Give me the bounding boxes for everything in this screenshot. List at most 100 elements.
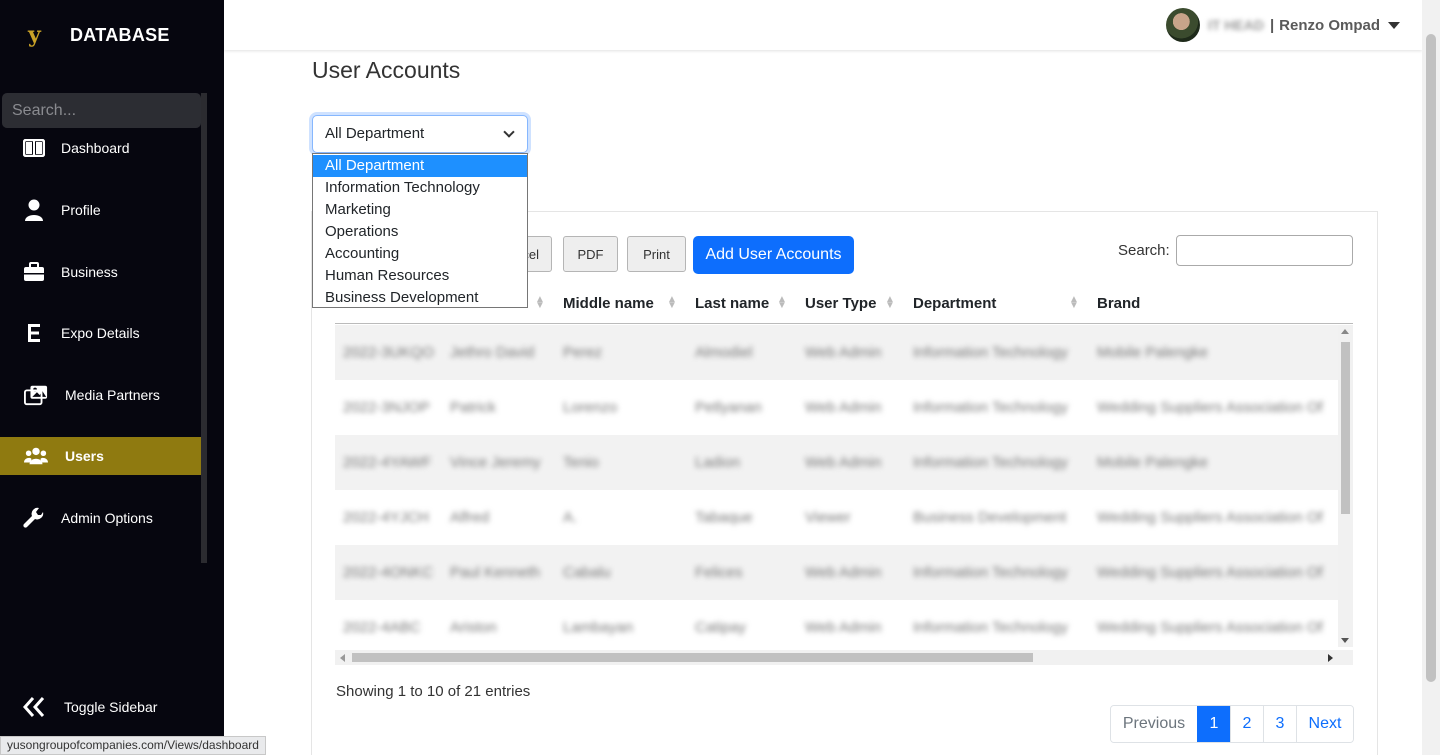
add-user-accounts-button[interactable]: Add User Accounts — [693, 236, 854, 274]
search-label: Search: — [1118, 242, 1170, 259]
column-header-user-type[interactable]: User Type — [805, 295, 876, 312]
pagination-page-2[interactable]: 2 — [1230, 706, 1263, 742]
department-option[interactable]: Marketing — [313, 199, 527, 221]
cell-user-type: Web Admin — [805, 344, 882, 361]
sort-icon[interactable]: ▲ ▼ — [777, 295, 787, 311]
cell-brand: Wedding Suppliers Association Of — [1097, 399, 1323, 416]
pagination-next[interactable]: Next — [1296, 706, 1353, 742]
avatar[interactable] — [1165, 8, 1200, 42]
table-horizontal-scrollbar[interactable] — [335, 650, 1353, 665]
department-option[interactable]: Operations — [313, 221, 527, 243]
cell-user-type: Viewer — [805, 509, 851, 526]
sidebar-item-expo-details[interactable]: Expo Details — [0, 314, 201, 352]
sidebar-item-admin-options[interactable]: Admin Options — [0, 499, 201, 537]
sidebar-item-label: Expo Details — [61, 325, 140, 341]
cell-id: 2022-3NJOP — [343, 399, 430, 416]
department-option[interactable]: Human Resources — [313, 265, 527, 287]
table-horizontal-scrollbar-thumb[interactable] — [352, 653, 1033, 662]
table-vertical-scrollbar-thumb[interactable] — [1341, 342, 1350, 514]
sidebar-scrollbar[interactable] — [201, 93, 207, 563]
sidebar-item-business[interactable]: Business — [0, 253, 201, 291]
cell-middle-name: Cabalu — [563, 564, 611, 581]
sort-icon[interactable]: ▲ ▼ — [1069, 295, 1079, 311]
column-header-last-name[interactable]: Last name — [695, 295, 769, 312]
cell-middle-name: Lorenzo — [563, 399, 618, 416]
sidebar-item-dashboard[interactable]: Dashboard — [0, 129, 201, 167]
sort-icon[interactable]: ▲ ▼ — [535, 295, 545, 311]
table-row[interactable]: 2022-4ONKC Paul Kenneth Cabalu Felices W… — [335, 545, 1338, 600]
page-scrollbar-thumb[interactable] — [1426, 34, 1436, 682]
page-scrollbar[interactable] — [1422, 0, 1440, 755]
table-row[interactable]: 2022-4YJCH Alfred A. Tabaque Viewer Busi… — [335, 490, 1338, 545]
images-icon — [24, 383, 48, 407]
table-row[interactable]: 2022-3NJOP Patrick Lorenzo Petlyanan Web… — [335, 380, 1338, 435]
cell-middle-name: A. — [563, 509, 578, 526]
cell-last-name: Tabaque — [695, 509, 753, 526]
cell-last-name: Petlyanan — [695, 399, 762, 416]
cell-id: 2022-3UKQO — [343, 344, 434, 361]
cell-id: 2022-4YJCH — [343, 509, 429, 526]
department-select[interactable]: All Department — [312, 115, 528, 153]
cell-last-name: Catipay — [695, 619, 746, 636]
table-body: 2022-3UKQO Jethro David Perez Almodiel W… — [335, 325, 1338, 650]
table-info: Showing 1 to 10 of 21 entries — [336, 683, 531, 700]
cell-department: Information Technology — [913, 399, 1068, 416]
sort-icon[interactable]: ▲ ▼ — [667, 295, 677, 311]
top-navbar: IT HEAD | Renzo Ompad — [224, 0, 1422, 50]
pagination: Previous 1 2 3 Next — [1110, 705, 1354, 743]
cell-brand: Mobile Palengke — [1097, 454, 1208, 471]
scroll-down-arrow-icon[interactable] — [1341, 638, 1349, 643]
toggle-sidebar-label: Toggle Sidebar — [64, 699, 158, 715]
status-bar-url: yusongroupofcompanies.com/Views/dashboar… — [0, 736, 266, 755]
cell-last-name: Ladion — [695, 454, 741, 471]
pagination-previous[interactable]: Previous — [1111, 706, 1197, 742]
department-option[interactable]: All Department — [313, 155, 527, 177]
cell-department: Business Development — [913, 509, 1067, 526]
cell-department: Information Technology — [913, 344, 1068, 361]
add-user-accounts-label: Add User Accounts — [705, 246, 842, 263]
department-select-value: All Department — [325, 125, 425, 142]
cell-brand: Wedding Suppliers Association Of — [1097, 564, 1323, 581]
sidebar-item-label: Business — [61, 264, 118, 280]
table-row[interactable]: 2022-4YAWF Vince Jeremy Tenio Ladion Web… — [335, 435, 1338, 490]
table-row[interactable]: 2022-4ABC Ariston Lambayan Catipay Web A… — [335, 600, 1338, 650]
cell-user-type: Web Admin — [805, 619, 882, 636]
brand[interactable]: y DATABASE — [28, 22, 170, 48]
pagination-page-1[interactable]: 1 — [1197, 706, 1230, 742]
sidebar-item-users[interactable]: Users — [0, 437, 201, 475]
cell-middle-name: Tenio — [563, 454, 599, 471]
scroll-left-arrow-icon[interactable] — [340, 654, 345, 662]
user-menu[interactable]: IT HEAD | Renzo Ompad — [1165, 8, 1400, 42]
sort-icon[interactable]: ▲ ▼ — [885, 295, 895, 311]
sidebar-search-input[interactable]: Search... — [2, 93, 201, 128]
print-button[interactable]: Print — [627, 236, 686, 272]
sidebar-item-label: Users — [65, 448, 104, 464]
sidebar-item-profile[interactable]: Profile — [0, 191, 201, 229]
brand-logo-icon: y — [28, 22, 41, 48]
table-row[interactable]: 2022-3UKQO Jethro David Perez Almodiel W… — [335, 325, 1338, 380]
cell-department: Information Technology — [913, 619, 1068, 636]
table-vertical-scrollbar[interactable] — [1338, 325, 1353, 647]
cell-first-name: Vince Jeremy — [450, 454, 541, 471]
sidebar-item-label: Dashboard — [61, 140, 130, 156]
department-option[interactable]: Business Development — [313, 287, 527, 309]
caret-down-icon[interactable] — [1388, 21, 1400, 29]
user-name: Renzo Ompad — [1279, 16, 1380, 34]
cell-brand: Wedding Suppliers Association Of — [1097, 619, 1323, 636]
scroll-right-arrow-icon[interactable] — [1328, 654, 1333, 662]
sidebar-item-media-partners[interactable]: Media Partners — [0, 376, 201, 414]
pagination-page-3[interactable]: 3 — [1263, 706, 1296, 742]
column-header-middle-name[interactable]: Middle name — [563, 295, 654, 312]
column-header-brand[interactable]: Brand — [1097, 295, 1140, 312]
scroll-up-arrow-icon[interactable] — [1341, 329, 1349, 334]
pdf-button[interactable]: PDF — [563, 236, 618, 272]
table-search-input[interactable] — [1176, 235, 1353, 266]
toggle-sidebar-button[interactable]: Toggle Sidebar — [0, 688, 201, 726]
sidebar: y DATABASE Search... Dashboard Profile B… — [0, 0, 224, 755]
department-option[interactable]: Information Technology — [313, 177, 527, 199]
column-header-department[interactable]: Department — [913, 295, 996, 312]
department-option[interactable]: Accounting — [313, 243, 527, 265]
cell-first-name: Jethro David — [450, 344, 535, 361]
cell-user-type: Web Admin — [805, 564, 882, 581]
wrench-icon — [22, 506, 46, 530]
